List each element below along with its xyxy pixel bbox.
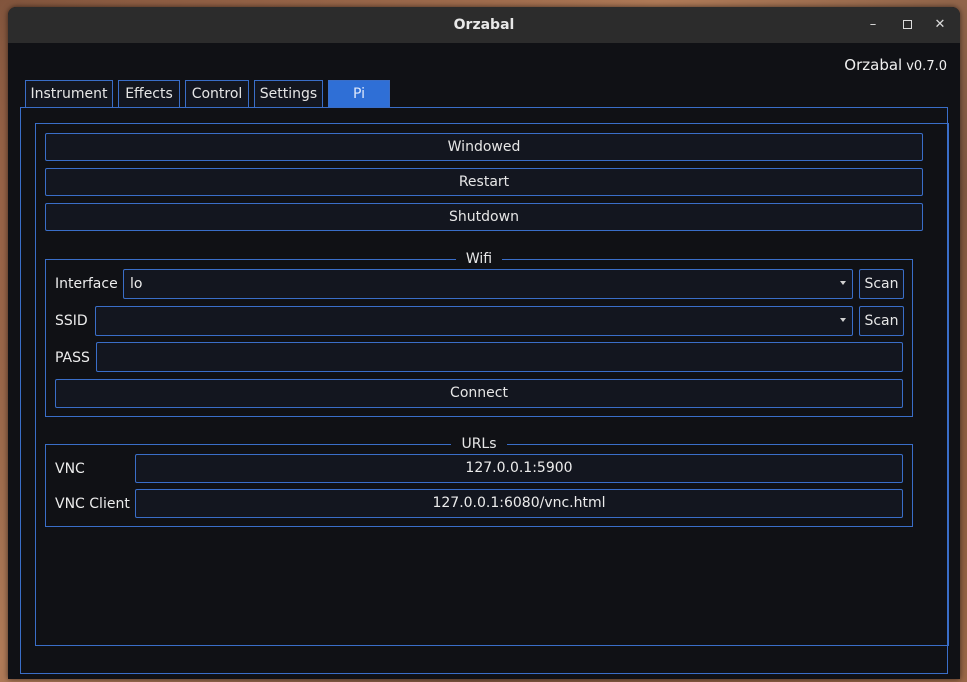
connect-button[interactable]: Connect — [55, 379, 903, 408]
chevron-down-icon — [840, 281, 846, 285]
app-name: Orzabal — [844, 56, 903, 74]
windowed-button[interactable]: Windowed — [45, 133, 923, 161]
interface-select[interactable]: lo — [123, 269, 853, 299]
shutdown-button[interactable]: Shutdown — [45, 203, 923, 231]
interface-value: lo — [130, 276, 143, 292]
tab-settings[interactable]: Settings — [254, 80, 323, 107]
interface-scan-button[interactable]: Scan — [859, 269, 904, 299]
vnc-url-field[interactable]: 127.0.0.1:5900 — [135, 454, 903, 483]
minimize-icon[interactable]: – — [863, 15, 883, 35]
ssid-select[interactable] — [95, 306, 853, 336]
restart-button[interactable]: Restart — [45, 168, 923, 196]
pi-settings-frame: Windowed Restart Shutdown Wifi Interface… — [35, 123, 949, 646]
vnc-client-url-field[interactable]: 127.0.0.1:6080/vnc.html — [135, 489, 903, 518]
pass-label: PASS — [55, 350, 90, 366]
wifi-group: Wifi Interface lo Scan SSID Scan PASS Co… — [45, 251, 913, 417]
pi-tab-panel: Windowed Restart Shutdown Wifi Interface… — [20, 107, 949, 674]
vnc-label: VNC — [55, 461, 85, 477]
app-version-header: Orzabal v0.7.0 — [844, 56, 947, 74]
window-title: Orzabal — [453, 17, 515, 33]
wifi-group-title: Wifi — [455, 251, 503, 267]
urls-group: URLs VNC 127.0.0.1:5900 VNC Client 127.0… — [45, 436, 913, 527]
urls-group-title: URLs — [451, 436, 507, 452]
title-bar[interactable]: Orzabal – ✕ — [8, 7, 960, 43]
tab-pi[interactable]: Pi — [328, 80, 390, 107]
chevron-down-icon — [840, 318, 846, 322]
close-icon[interactable]: ✕ — [930, 15, 950, 35]
interface-label: Interface — [55, 276, 118, 292]
password-field[interactable] — [96, 342, 903, 372]
main-content: Orzabal v0.7.0 Instrument Effects Control… — [8, 43, 960, 679]
ssid-scan-button[interactable]: Scan — [859, 306, 904, 336]
ssid-label: SSID — [55, 313, 88, 329]
tab-instrument[interactable]: Instrument — [25, 80, 113, 107]
tab-control[interactable]: Control — [185, 80, 249, 107]
tab-effects[interactable]: Effects — [118, 80, 180, 107]
maximize-icon[interactable] — [897, 15, 917, 35]
vnc-client-label: VNC Client — [55, 496, 130, 512]
app-window: Orzabal – ✕ Orzabal v0.7.0 Instrument Eff… — [8, 7, 960, 679]
version-label: v0.7.0 — [906, 59, 947, 74]
